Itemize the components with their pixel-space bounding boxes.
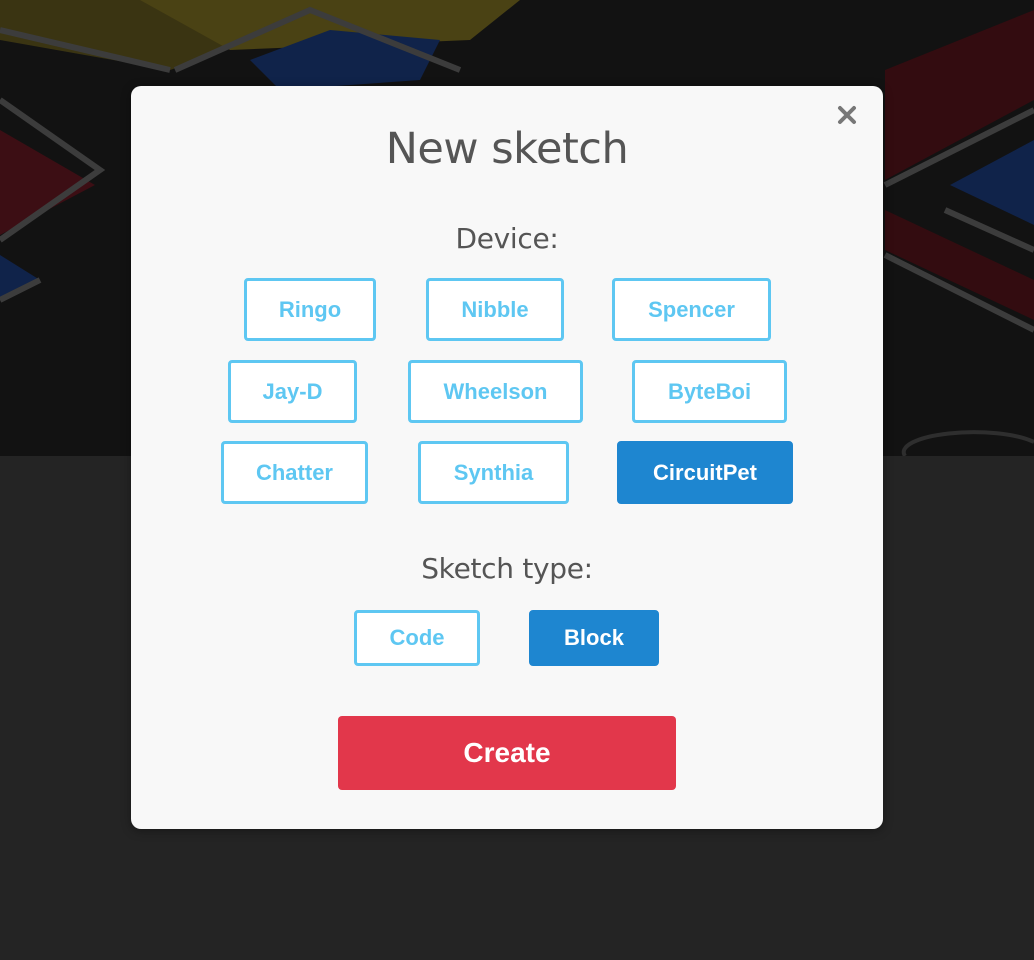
device-option-wheelson[interactable]: Wheelson	[408, 360, 583, 423]
device-option-circuitpet[interactable]: CircuitPet	[617, 441, 793, 504]
device-option-nibble[interactable]: Nibble	[426, 278, 564, 341]
device-option-label: Jay-D	[262, 378, 323, 404]
device-option-ringo[interactable]: Ringo	[244, 278, 376, 341]
sketch-type-label-text: Block	[564, 625, 624, 650]
device-option-label: Nibble	[461, 296, 529, 322]
create-button-label: Create	[463, 737, 551, 768]
modal-title: New sketch	[385, 124, 629, 174]
device-option-chatter[interactable]: Chatter	[221, 441, 368, 504]
device-option-byteboi[interactable]: ByteBoi	[632, 360, 787, 423]
new-sketch-modal: New sketch Device: Ringo Nibble Spencer …	[131, 86, 883, 829]
create-button[interactable]: Create	[338, 716, 676, 790]
sketch-type-label: Sketch type:	[421, 552, 593, 585]
close-icon	[838, 106, 856, 124]
device-option-jay-d[interactable]: Jay-D	[228, 360, 357, 423]
device-label: Device:	[455, 222, 559, 255]
device-option-label: ByteBoi	[667, 378, 752, 404]
device-option-label: CircuitPet	[653, 459, 757, 485]
sketch-type-code[interactable]: Code	[354, 610, 480, 666]
device-option-spencer[interactable]: Spencer	[612, 278, 771, 341]
device-option-label: Synthia	[453, 459, 534, 485]
device-option-label: Ringo	[278, 296, 342, 322]
device-option-label: Wheelson	[443, 378, 548, 404]
device-option-label: Spencer	[648, 296, 735, 322]
sketch-type-label-text: Code	[389, 625, 445, 650]
device-option-synthia[interactable]: Synthia	[418, 441, 569, 504]
sketch-type-block[interactable]: Block	[529, 610, 659, 666]
device-option-label: Chatter	[255, 459, 333, 485]
